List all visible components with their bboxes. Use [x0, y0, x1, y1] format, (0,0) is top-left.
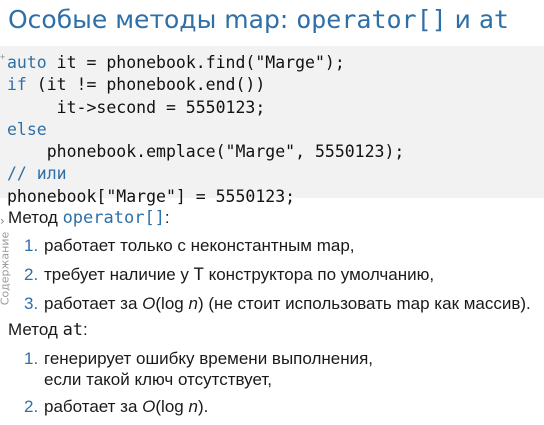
code-keyword-if: if	[7, 75, 27, 95]
code-line-5: phonebook.emplace("Marge", 5550123);	[7, 142, 405, 162]
code-line-3: it->second = 5550123;	[7, 97, 266, 117]
list-number: 3.	[24, 294, 39, 313]
list-item-text: работает только с неконстантным map,	[44, 236, 355, 255]
complexity-n: n	[188, 397, 198, 416]
code-line-1: it = phonebook.find("Marge");	[46, 53, 345, 72]
list-item-text: ) (не стоит использовать map как массив)…	[197, 294, 531, 313]
title-operator: operator[]	[296, 5, 447, 34]
at-list: 1. генерирует ошибку времени выполнения,…	[24, 348, 373, 421]
code-keyword-else: else	[7, 119, 47, 139]
title-prefix: Особые методы map:	[8, 5, 297, 34]
list-number: 1.	[24, 349, 39, 368]
list-number: 2.	[24, 397, 39, 416]
code-keyword-auto: auto	[7, 53, 47, 72]
list-item: 1. работает только с неконстантным map,	[24, 236, 531, 265]
list-item-text: (log	[155, 294, 189, 313]
title-mid: и	[446, 5, 479, 34]
section-operator-heading: Метод operator[]:	[8, 206, 170, 230]
code-line-7: phonebook["Marge"] = 5550123;	[7, 186, 296, 206]
section-at-mono: at	[62, 320, 84, 340]
list-item: 3. работает за O(log n) (не стоит исполь…	[24, 294, 531, 323]
list-number: 2.	[24, 265, 39, 284]
section-operator-mono: operator[]	[62, 208, 165, 228]
list-item-text: генерирует ошибку времени выполнения,	[44, 349, 374, 368]
gutter-marker-icon: +	[0, 52, 6, 62]
list-item: 1. генерирует ошибку времени выполнения,…	[24, 348, 373, 397]
section-operator-prefix: Метод	[8, 208, 63, 227]
list-item-type-t: T	[193, 265, 204, 285]
list-item: 2. требует наличие у T конструктора по у…	[24, 265, 531, 294]
title-at: at	[478, 5, 509, 34]
section-at-suffix: :	[83, 320, 88, 339]
code-comment: // или	[7, 164, 67, 184]
slide-title: Особые методы map: operator[] и at	[8, 4, 509, 36]
list-item-text: работает за	[44, 397, 143, 416]
complexity-o: O	[142, 294, 156, 313]
complexity-o: O	[142, 397, 156, 416]
list-item-text: если такой ключ отсутствует,	[44, 370, 272, 389]
contents-label[interactable]: Содержание	[0, 224, 12, 314]
list-item-text: ).	[197, 397, 209, 416]
section-at-heading: Метод at:	[8, 318, 88, 342]
list-item-text: (log	[155, 397, 189, 416]
list-item-text: работает за	[44, 294, 143, 313]
operator-list: 1. работает только с неконстантным map, …	[24, 236, 531, 323]
code-line-2: (it != phonebook.end())	[26, 75, 266, 95]
section-operator-suffix: :	[164, 208, 170, 227]
list-number: 1.	[24, 236, 39, 255]
list-item-text: требует наличие у	[44, 265, 194, 284]
list-item: 2. работает за O(log n).	[24, 397, 373, 421]
section-at-prefix: Метод	[8, 320, 63, 339]
code-listing: auto it = phonebook.find("Marge"); if (i…	[7, 52, 404, 208]
list-item-text: конструктора по умолчанию,	[203, 265, 435, 284]
complexity-n: n	[188, 294, 198, 313]
